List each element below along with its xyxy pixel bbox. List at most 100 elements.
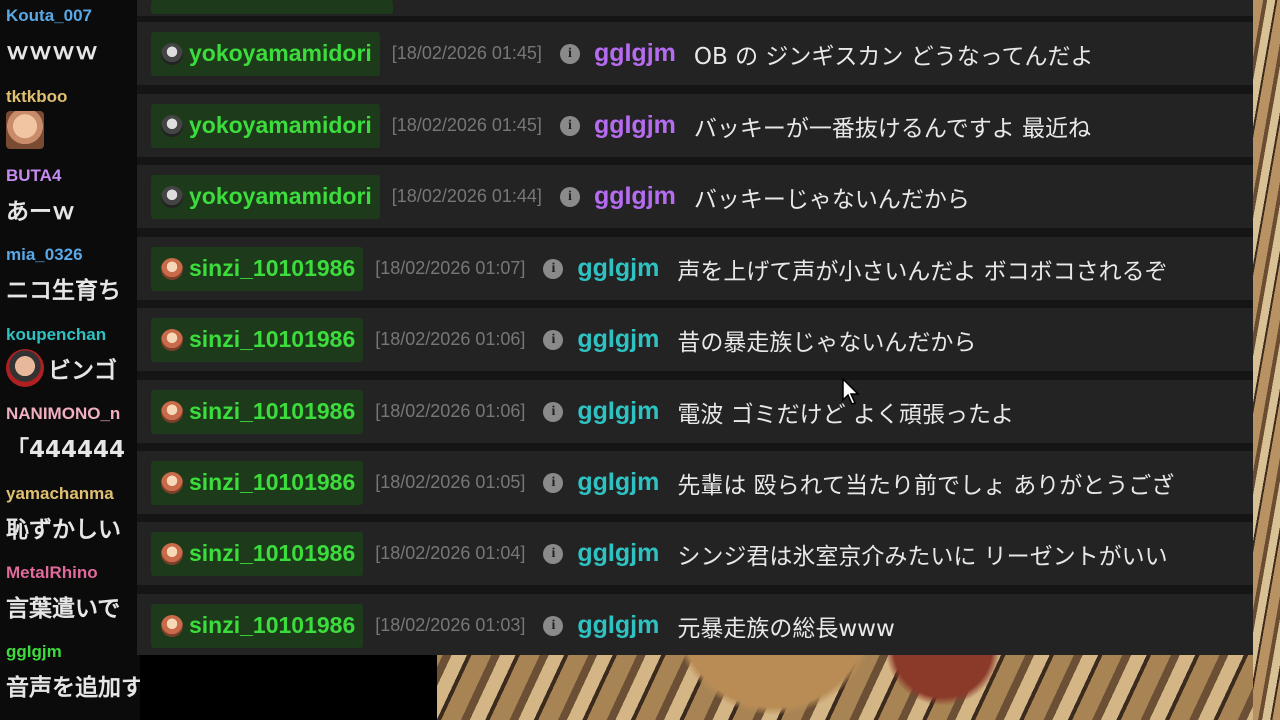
message-text: 声を上げて声が小さいんだよ ボコボコされるぞ <box>677 258 1168 285</box>
list-item[interactable]: yokoyamamidori [18/02/2026 01:45] i ggIg… <box>137 94 1253 157</box>
user-chip <box>151 0 393 14</box>
info-icon[interactable]: i <box>543 401 564 422</box>
info-icon[interactable]: i <box>559 186 580 207</box>
gift-message-list[interactable]: yokoyamamidori [18/02/2026 01:45] i ggIg… <box>137 0 1253 655</box>
info-icon[interactable]: i <box>559 115 580 136</box>
side-chat-message: 「444444 <box>6 437 126 463</box>
recipient-name: ggIgjm <box>577 611 660 639</box>
user-chip[interactable]: sinzi_10101986 <box>151 317 364 362</box>
side-chat-entry: mia_0326 ニコ生育ち <box>6 245 121 305</box>
sender-name: yokoyamamidori <box>189 183 372 209</box>
timestamp: [18/02/2026 01:44] <box>391 186 542 206</box>
side-chat-message: ニコ生育ち <box>6 278 121 304</box>
message-text: OB の ジンギスカン どうなってんだよ <box>693 43 1094 70</box>
sender-name: sinzi_10101986 <box>189 612 356 638</box>
sinzi-avatar-icon <box>161 257 183 280</box>
sinzi-avatar-icon <box>161 614 183 637</box>
recipient-name: ggIgjm <box>577 254 660 282</box>
message-text: バッキーが一番抜けるんですよ 最近ね <box>693 115 1092 142</box>
sender-name: sinzi_10101986 <box>189 326 356 352</box>
side-chat-entry: BUTA4 あーｗ <box>6 166 75 226</box>
side-chat-message: 言葉遣いで <box>6 596 121 622</box>
side-chat-message: 音声を追加す <box>6 675 140 701</box>
side-chat-entry: tktkboo <box>6 87 67 153</box>
sender-name: sinzi_10101986 <box>189 398 356 424</box>
recipient-name: ggIgjm <box>577 397 660 425</box>
side-chat-entry: MetalRhino 言葉遣いで <box>6 563 120 623</box>
info-icon[interactable]: i <box>543 329 564 350</box>
side-chat-entry: Kouta_007 ｗｗｗｗ <box>6 6 98 66</box>
side-chat-message: 恥ずかしい <box>6 517 121 543</box>
yokoyama-avatar-icon <box>161 185 183 208</box>
timestamp: [18/02/2026 01:07] <box>375 258 526 278</box>
list-item[interactable]: sinzi_10101986 [18/02/2026 01:03] i ggIg… <box>137 594 1253 655</box>
user-chip[interactable]: sinzi_10101986 <box>151 603 364 648</box>
side-chat-user: koupenchan <box>6 325 107 344</box>
list-item[interactable]: sinzi_10101986 [18/02/2026 01:04] i ggIg… <box>137 522 1253 585</box>
user-chip[interactable]: yokoyamamidori <box>151 103 380 148</box>
info-icon[interactable]: i <box>543 472 564 493</box>
sinzi-avatar-icon <box>161 542 183 565</box>
side-chat-user: yamachanma <box>6 484 114 503</box>
yokoyama-avatar-icon <box>161 114 183 137</box>
timestamp: [18/02/2026 01:45] <box>391 115 542 135</box>
side-chat-entry: koupenchan ビンゴ <box>6 325 117 387</box>
sender-name: sinzi_10101986 <box>189 540 356 566</box>
info-icon[interactable]: i <box>543 615 564 636</box>
list-item[interactable]: sinzi_10101986 [18/02/2026 01:05] i ggIg… <box>137 451 1253 514</box>
list-item <box>137 0 1253 16</box>
mouse-cursor-icon <box>842 378 860 405</box>
list-item[interactable]: sinzi_10101986 [18/02/2026 01:07] i ggIg… <box>137 237 1253 300</box>
user-avatar-icon <box>6 349 44 387</box>
user-chip[interactable]: sinzi_10101986 <box>151 531 364 576</box>
sinzi-avatar-icon <box>161 471 183 494</box>
sender-name: yokoyamamidori <box>189 40 372 66</box>
side-chat-entry: ggIgjm 音声を追加す <box>6 642 140 702</box>
user-chip[interactable]: sinzi_10101986 <box>151 246 364 291</box>
recipient-name: ggIgjm <box>577 539 660 567</box>
face-stamp-icon <box>6 111 44 149</box>
timestamp: [18/02/2026 01:03] <box>375 615 526 635</box>
side-chat-user: NANIMONO_n <box>6 404 121 423</box>
side-chat-user: ggIgjm <box>6 642 62 661</box>
info-icon[interactable]: i <box>559 43 580 64</box>
user-chip[interactable]: yokoyamamidori <box>151 174 380 219</box>
info-icon[interactable]: i <box>543 543 564 564</box>
side-chat-user: mia_0326 <box>6 245 83 264</box>
recipient-name: ggIgjm <box>577 468 660 496</box>
sender-name: yokoyamamidori <box>189 112 372 138</box>
side-chat-message: ｗｗｗｗ <box>6 39 98 65</box>
sinzi-avatar-icon <box>161 400 183 423</box>
recipient-name: ggIgjm <box>593 182 676 210</box>
list-item[interactable]: sinzi_10101986 [18/02/2026 01:06] i ggIg… <box>137 308 1253 371</box>
side-chat-user: MetalRhino <box>6 563 98 582</box>
user-chip[interactable]: sinzi_10101986 <box>151 460 364 505</box>
side-chat-entry: NANIMONO_n 「444444 <box>6 404 125 464</box>
message-text: 元暴走族の総長www <box>677 615 895 642</box>
info-icon[interactable]: i <box>543 258 564 279</box>
timestamp: [18/02/2026 01:04] <box>375 543 526 563</box>
side-chat-user: BUTA4 <box>6 166 62 185</box>
user-chip[interactable]: yokoyamamidori <box>151 31 380 76</box>
message-text: 先輩は 殴られて当たり前でしょ ありがとうござ <box>677 472 1175 499</box>
list-item[interactable]: yokoyamamidori [18/02/2026 01:45] i ggIg… <box>137 22 1253 85</box>
recipient-name: ggIgjm <box>593 111 676 139</box>
list-item[interactable]: sinzi_10101986 [18/02/2026 01:06] i ggIg… <box>137 380 1253 443</box>
yokoyama-avatar-icon <box>161 42 183 65</box>
message-text: 昔の暴走族じゃないんだから <box>677 329 977 356</box>
recipient-name: ggIgjm <box>593 39 676 67</box>
timestamp: [18/02/2026 01:05] <box>375 472 526 492</box>
background-artwork-strip <box>1253 0 1280 720</box>
list-item[interactable]: yokoyamamidori [18/02/2026 01:44] i ggIg… <box>137 165 1253 228</box>
side-chat-user: Kouta_007 <box>6 6 92 25</box>
sender-name: sinzi_10101986 <box>189 469 356 495</box>
timestamp: [18/02/2026 01:06] <box>375 329 526 349</box>
side-chat-column: Kouta_007 ｗｗｗｗ tktkboo BUTA4 あーｗ mia_032… <box>0 0 140 720</box>
user-chip[interactable]: sinzi_10101986 <box>151 389 364 434</box>
side-chat-message: ビンゴ <box>48 358 117 384</box>
side-chat-message: あーｗ <box>6 199 75 225</box>
side-chat-user: tktkboo <box>6 87 68 106</box>
timestamp: [18/02/2026 01:06] <box>375 401 526 421</box>
recipient-name: ggIgjm <box>577 325 660 353</box>
message-text: シンジ君は氷室京介みたいに リーゼントがいい <box>677 543 1168 570</box>
